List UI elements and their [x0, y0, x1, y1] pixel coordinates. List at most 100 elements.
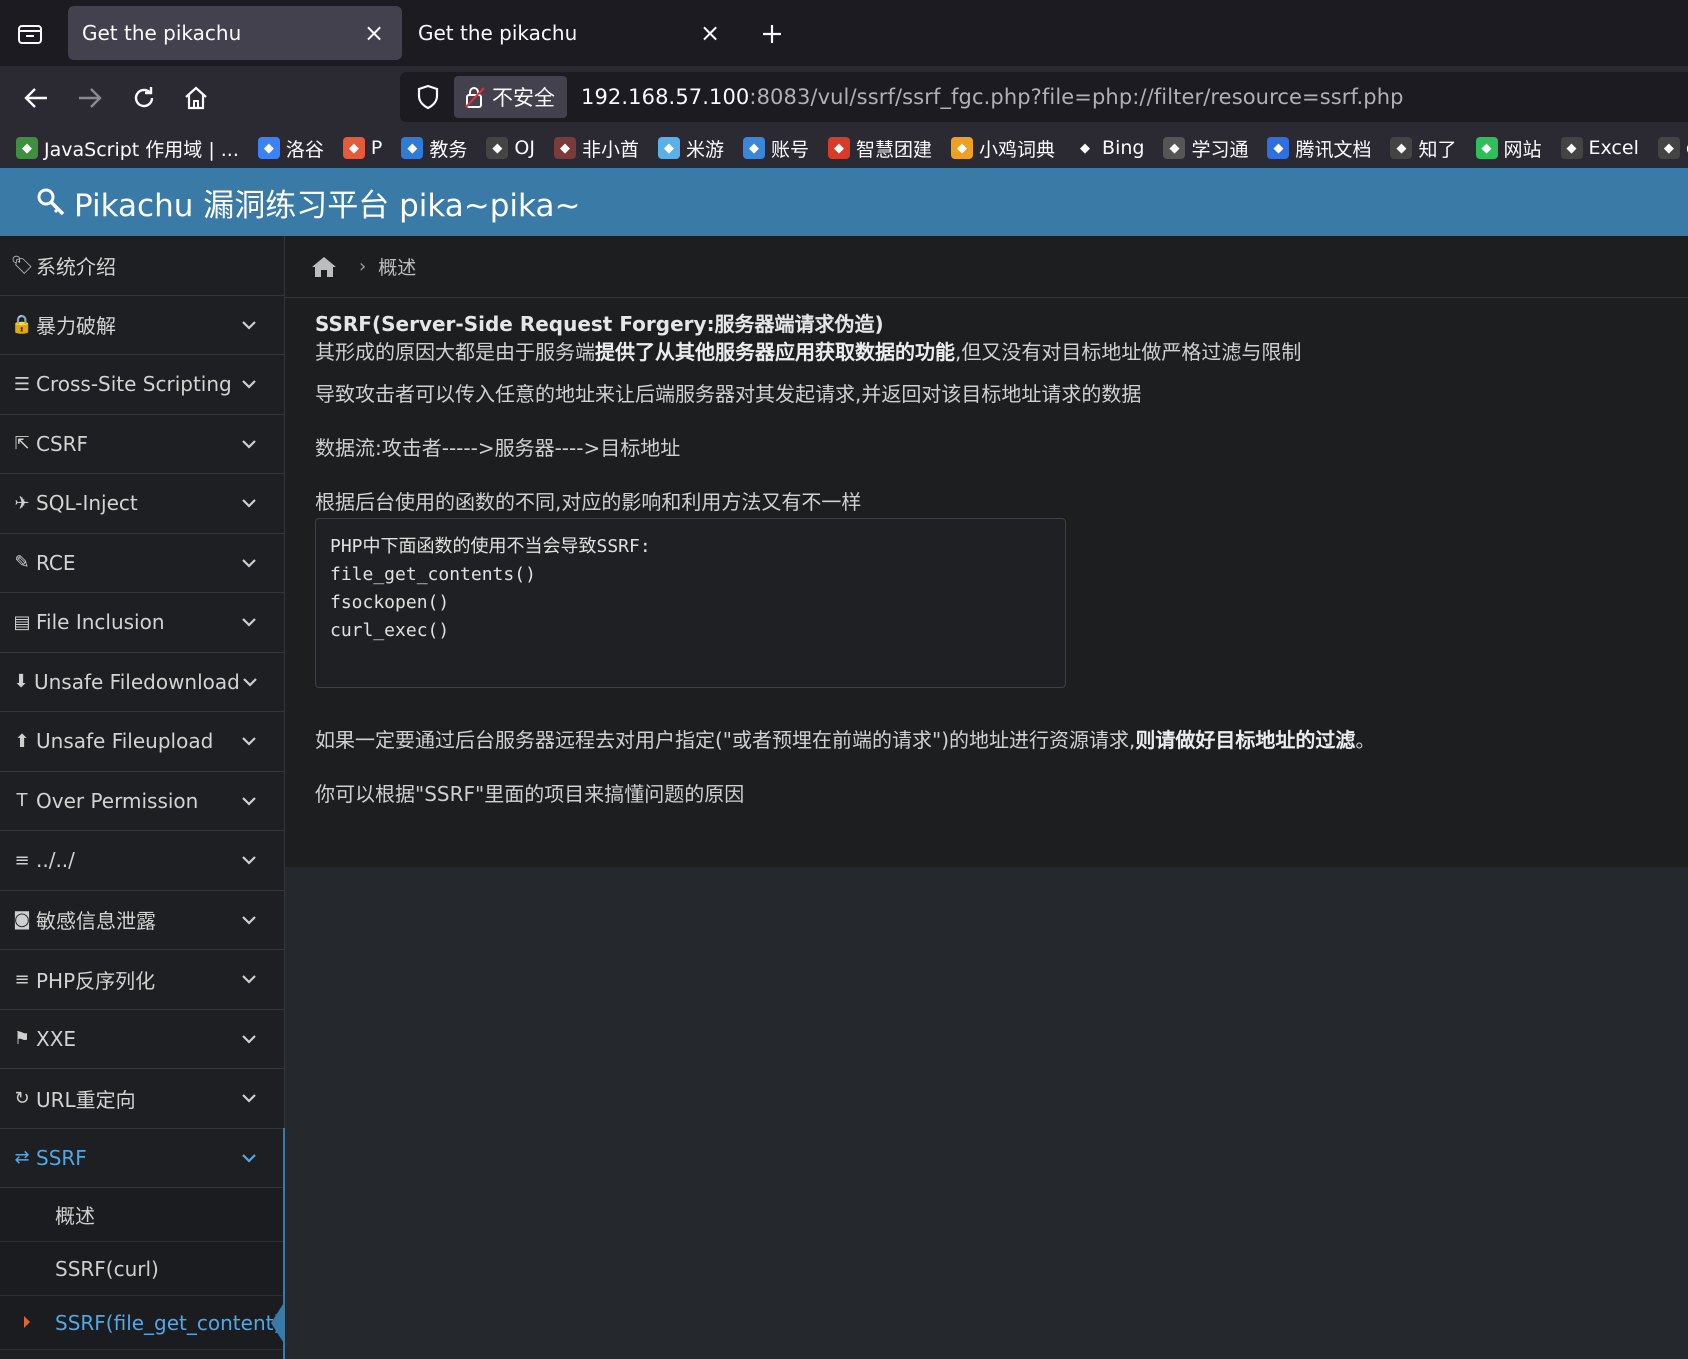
page-background: [285, 867, 1688, 1359]
sidebar-item[interactable]: ✎ RCE: [0, 534, 284, 593]
tags-icon: 🏷: [10, 254, 34, 276]
sidebar-item[interactable]: ⇱ CSRF: [0, 415, 284, 474]
sidebar-item[interactable]: ⇄ SSRF: [0, 1129, 284, 1188]
home-button[interactable]: [178, 80, 214, 116]
bookmark-label: 智慧团建: [856, 138, 933, 161]
bookmark-item[interactable]: ◆ JavaScript 作用域 | ...: [16, 135, 239, 162]
bookmark-item[interactable]: ◆ 网站: [1475, 135, 1542, 162]
sidebar-item[interactable]: ≡ ../../: [0, 831, 284, 891]
bookmark-item[interactable]: ◆ Excel: [1560, 137, 1639, 159]
close-icon[interactable]: ×: [362, 19, 386, 47]
miyou-icon: ◆: [657, 137, 680, 159]
sidebar-item-label: RCE: [36, 550, 76, 575]
bookmark-item[interactable]: ◆ 智慧团建: [828, 135, 932, 162]
insecure-label: 不安全: [492, 86, 555, 110]
sidebar-item-label: File Inclusion: [36, 610, 165, 635]
sidebar-item-label: SQL-Inject: [36, 491, 138, 516]
sidebar-item[interactable]: ⚑ XXE: [0, 1010, 284, 1069]
bookmark-item[interactable]: ◆ 学习通: [1163, 135, 1248, 162]
sidebar-item[interactable]: ≡ PHP反序列化: [0, 950, 284, 1010]
url-bar[interactable]: 不安全 192.168.57.100:8083/vul/ssrf/ssrf_fg…: [400, 72, 1688, 122]
bookmark-item[interactable]: ◆ 洛谷: [257, 135, 324, 162]
sidebar-subitem[interactable]: SSRF(file_get_content): [0, 1296, 285, 1350]
code-line: file_get_contents(): [330, 564, 536, 585]
browser-tab-bar: Get the pikachu × Get the pikachu ×: [0, 0, 1688, 66]
globe-icon: ◆: [1390, 137, 1413, 159]
chevron-down-icon: [238, 492, 260, 514]
chevron-down-icon: [238, 314, 260, 336]
close-icon[interactable]: ×: [698, 19, 722, 47]
sidebar-item[interactable]: ⬇ Unsafe Filedownload: [0, 653, 284, 712]
sidebar-item[interactable]: ▤ File Inclusion: [0, 593, 284, 653]
breadcrumb-current: 概述: [378, 257, 417, 279]
bookmark-item[interactable]: ◆cha: [1657, 137, 1688, 159]
caret-right-icon: [24, 1316, 30, 1328]
sidebar-subitem[interactable]: 概述: [0, 1188, 284, 1242]
sidebar-item-label: Cross-Site Scripting: [36, 372, 232, 397]
sidebar-item[interactable]: ⬆ Unsafe Fileupload: [0, 712, 284, 772]
forward-button[interactable]: [72, 80, 108, 116]
bookmark-item[interactable]: ◆ Bing: [1074, 137, 1144, 159]
sidebar-item-label: XXE: [36, 1026, 77, 1051]
reload-button[interactable]: [126, 80, 162, 116]
paragraph-2: 导致攻击者可以传入任意的地址来让后端服务器对其发起请求,并返回对该目标地址请求的…: [315, 382, 1142, 406]
home-icon[interactable]: [309, 253, 339, 281]
sidebar-item-label: PHP反序列化: [36, 968, 156, 993]
bookmark-item[interactable]: ◆ 小鸡词典: [951, 135, 1055, 162]
sidebar-item[interactable]: 🏷 系统介绍: [0, 236, 284, 296]
url-host: 192.168.57.100: [581, 85, 750, 109]
site-icon: ◆: [1475, 137, 1498, 159]
p1-text-bold: 提供了从其他服务器应用获取数据的功能: [595, 340, 955, 364]
new-tab-button[interactable]: [756, 18, 788, 50]
p5-text-a: 如果一定要通过后台服务器远程去对用户指定("或者预埋在前端的请求")的地址进行资…: [315, 728, 1136, 752]
sidebar-item[interactable]: ☰ Cross-Site Scripting: [0, 355, 284, 415]
sidebar-item[interactable]: ◙ 敏感信息泄露: [0, 891, 284, 950]
url-path: :8083/vul/ssrf/ssrf_fgc.php?file=php://f…: [749, 85, 1404, 109]
upload-circle-icon: ⬆: [14, 730, 30, 752]
bookmark-item[interactable]: ◆ 知了: [1390, 135, 1457, 162]
bookmark-item[interactable]: ◆ 米游: [657, 135, 724, 162]
chevron-down-icon: [238, 909, 260, 931]
bookmark-item[interactable]: ◆ OJ: [486, 137, 535, 159]
key-icon: [34, 185, 68, 219]
exchange-icon: ⇄: [14, 1147, 30, 1169]
sidebar-item-label: Over Permission: [36, 788, 199, 813]
sidebar-subitem[interactable]: SSRF(curl): [0, 1242, 284, 1296]
chevron-down-icon: [238, 552, 260, 574]
bookmark-label: OJ: [514, 137, 535, 159]
sidebar-item[interactable]: ↻ URL重定向: [0, 1069, 284, 1129]
luogu-icon: ◆: [257, 137, 280, 159]
bookmark-item[interactable]: ◆ 账号: [742, 135, 809, 162]
sidebar-menu: 🏷 系统介绍 🔒 暴力破解 ☰ Cross-Site Scripting ⇱ CSRF ✈ SQL…: [0, 236, 284, 1188]
code-line: PHP中下面函数的使用不当会导致SSRF:: [330, 536, 651, 557]
bookmark-item[interactable]: ◆ 教务: [401, 135, 467, 162]
paragraph-5: 如果一定要通过后台服务器远程去对用户指定("或者预埋在前端的请求")的地址进行资…: [315, 726, 1688, 754]
url-text[interactable]: 192.168.57.100:8083/vul/ssrf/ssrf_fgc.ph…: [581, 85, 1404, 109]
insecure-badge[interactable]: 不安全: [454, 76, 567, 118]
site-brand[interactable]: Pikachu 漏洞练习平台 pika~pika~: [74, 180, 580, 225]
bookmark-item[interactable]: ◆ P: [342, 137, 382, 159]
code-line: curl_exec(): [330, 620, 450, 641]
tab-overview-icon[interactable]: [14, 18, 46, 50]
sidebar-item[interactable]: T Over Permission: [0, 772, 284, 831]
back-button[interactable]: [18, 80, 54, 116]
xxt-icon: ◆: [1163, 137, 1186, 159]
chevron-down-icon: [238, 1147, 260, 1169]
article: SSRF(Server-Side Request Forgery:服务器端请求伪…: [285, 298, 1688, 808]
excel-icon: ◆: [1560, 137, 1583, 159]
share-icon: ⇱: [14, 433, 30, 455]
sidebar-item-label: 敏感信息泄露: [36, 909, 156, 934]
shield-icon[interactable]: [410, 79, 446, 115]
paragraph-3: 数据流:攻击者----->服务器---->目标地址: [315, 436, 681, 460]
paragraph-4: 根据后台使用的函数的不同,对应的影响和利用方法又有不一样: [315, 490, 862, 514]
tab-inactive[interactable]: Get the pikachu ×: [404, 6, 738, 60]
bookmark-item[interactable]: ◆ 腾讯文档: [1267, 135, 1371, 162]
tab-active[interactable]: Get the pikachu ×: [68, 6, 402, 60]
bookmark-label: Bing: [1102, 137, 1145, 159]
bookmark-item[interactable]: ◆ 非小酋: [553, 135, 639, 162]
bookmark-label: Excel: [1588, 137, 1639, 159]
sidebar-item[interactable]: 🔒 暴力破解: [0, 296, 284, 355]
lock-icon: 🔒: [10, 314, 34, 336]
bookmark-label: 米游: [685, 138, 724, 161]
sidebar-item[interactable]: ✈ SQL-Inject: [0, 474, 284, 534]
